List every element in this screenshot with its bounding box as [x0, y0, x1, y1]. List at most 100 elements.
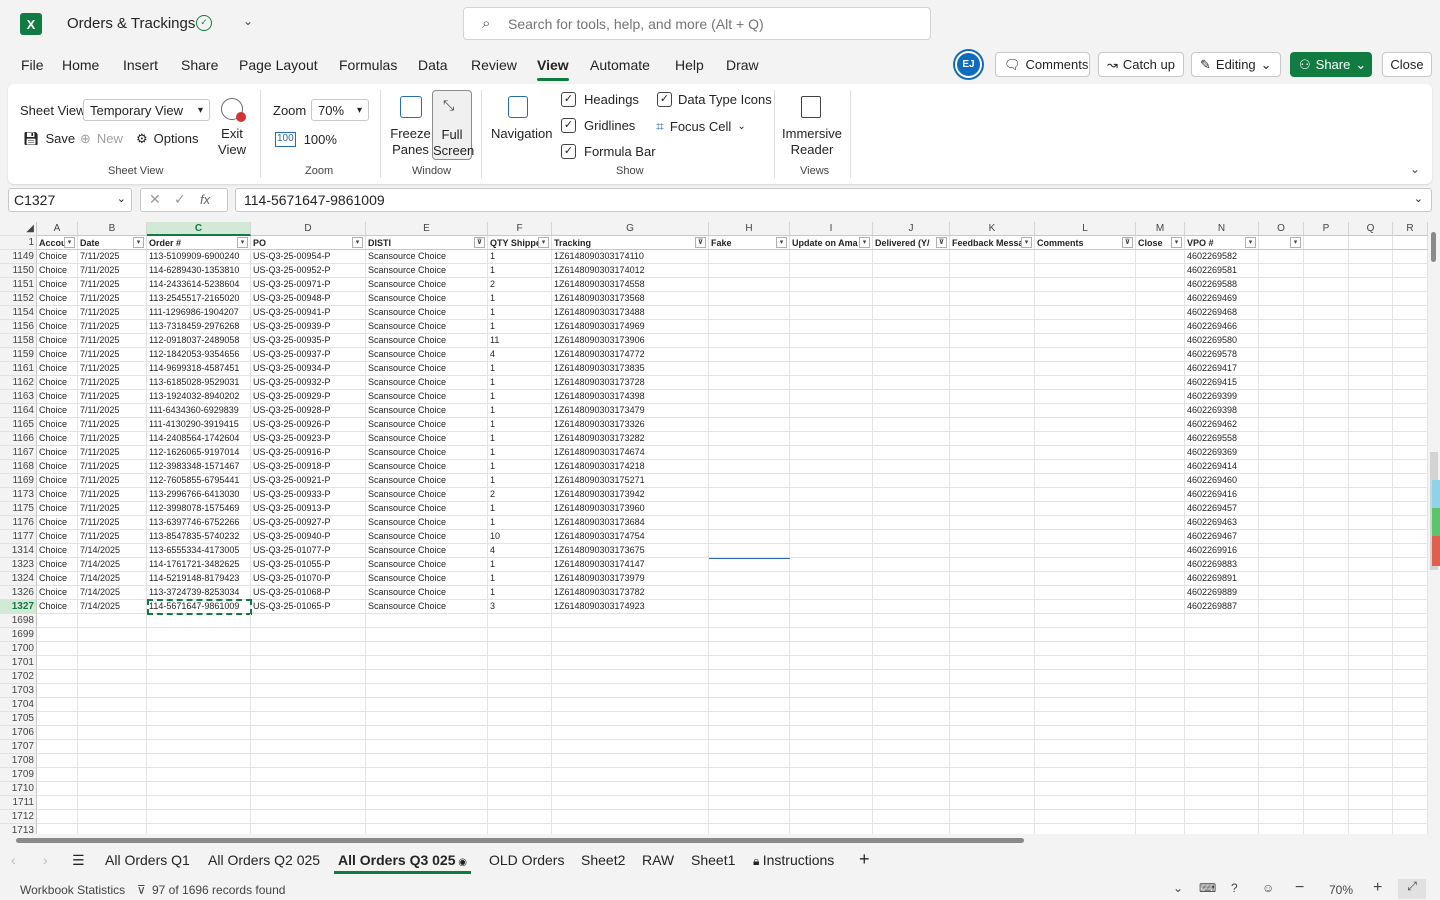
cell[interactable] — [790, 502, 873, 516]
cell[interactable]: 1Z6148090303174969 — [552, 320, 709, 334]
cell[interactable]: Choice — [37, 600, 78, 614]
cell[interactable] — [1259, 530, 1304, 544]
immersive-reader-button[interactable]: Immersive Reader — [781, 126, 843, 158]
cell[interactable] — [790, 614, 873, 628]
cell[interactable]: 3 — [488, 600, 552, 614]
horizontal-scroll-thumb[interactable] — [16, 838, 1024, 843]
cell[interactable] — [1136, 544, 1185, 558]
cell[interactable] — [873, 670, 950, 684]
cell[interactable] — [1259, 474, 1304, 488]
column-header-o[interactable]: O — [1259, 222, 1304, 236]
cell[interactable]: 113-1924032-8940202 — [147, 390, 251, 404]
search-input[interactable] — [508, 14, 908, 34]
cell[interactable]: 7/14/2025 — [78, 572, 147, 586]
cell[interactable] — [873, 292, 950, 306]
cell[interactable] — [873, 516, 950, 530]
cell[interactable] — [709, 670, 790, 684]
cell[interactable] — [709, 768, 790, 782]
menu-draw[interactable]: Draw — [726, 55, 759, 75]
cell[interactable]: 112-3983348-1571467 — [147, 460, 251, 474]
cell[interactable] — [1185, 810, 1259, 824]
cell[interactable] — [1349, 460, 1393, 474]
cell[interactable] — [1259, 278, 1304, 292]
cell[interactable] — [873, 334, 950, 348]
cell[interactable] — [1136, 754, 1185, 768]
menu-formulas[interactable]: Formulas — [339, 55, 397, 75]
cell[interactable] — [1349, 712, 1393, 726]
cell[interactable] — [1349, 292, 1393, 306]
row-header[interactable]: 1158 — [0, 334, 37, 348]
cell[interactable]: Choice — [37, 558, 78, 572]
cell[interactable] — [1393, 278, 1428, 292]
row-header[interactable]: 1702 — [0, 670, 37, 684]
cell[interactable] — [1136, 558, 1185, 572]
row-header[interactable]: 1700 — [0, 642, 37, 656]
cell[interactable]: 1 — [488, 390, 552, 404]
cell[interactable]: Scansource Choice — [366, 586, 488, 600]
cell[interactable]: 114-5671647-9861009 — [147, 600, 251, 614]
row-header[interactable]: 1152 — [0, 292, 37, 306]
cell[interactable] — [790, 362, 873, 376]
cell[interactable] — [1136, 404, 1185, 418]
cell[interactable] — [1393, 502, 1428, 516]
cell[interactable]: US-Q3-25-01068-P — [251, 586, 366, 600]
cell[interactable]: US-Q3-25-00929-P — [251, 390, 366, 404]
cell[interactable] — [1349, 558, 1393, 572]
cell[interactable]: 4602269460 — [1185, 474, 1259, 488]
cell[interactable] — [1393, 740, 1428, 754]
cell[interactable] — [251, 614, 366, 628]
cell[interactable]: 4602269463 — [1185, 516, 1259, 530]
cell[interactable] — [1349, 684, 1393, 698]
cell[interactable] — [1136, 502, 1185, 516]
cell[interactable]: 7/14/2025 — [78, 558, 147, 572]
cell[interactable]: 4602269462 — [1185, 418, 1259, 432]
cell[interactable] — [1393, 558, 1428, 572]
cell[interactable] — [873, 824, 950, 834]
column-header-n[interactable]: N — [1185, 222, 1259, 236]
cell[interactable] — [1393, 460, 1428, 474]
cell[interactable] — [552, 712, 709, 726]
row-header[interactable]: 1709 — [0, 768, 37, 782]
cell[interactable] — [552, 824, 709, 834]
column-header-b[interactable]: B — [78, 222, 147, 236]
cell[interactable] — [1035, 740, 1136, 754]
cell[interactable]: 4602269416 — [1185, 488, 1259, 502]
cell[interactable] — [147, 684, 251, 698]
cell[interactable] — [1393, 320, 1428, 334]
cell[interactable] — [552, 670, 709, 684]
cell[interactable] — [873, 572, 950, 586]
cell[interactable] — [251, 824, 366, 834]
cell[interactable] — [1035, 768, 1136, 782]
table-header-cell[interactable]: QTY Shippe ▾ — [488, 236, 552, 250]
cell[interactable] — [1035, 292, 1136, 306]
cell[interactable] — [950, 824, 1035, 834]
cell[interactable] — [950, 698, 1035, 712]
cell[interactable] — [950, 404, 1035, 418]
cell[interactable] — [1349, 250, 1393, 264]
cell[interactable]: 1Z6148090303174772 — [552, 348, 709, 362]
cell[interactable] — [366, 712, 488, 726]
cell[interactable]: 1 — [488, 558, 552, 572]
cell[interactable] — [1136, 348, 1185, 362]
cell[interactable]: 1 — [488, 502, 552, 516]
row-header[interactable]: 1159 — [0, 348, 37, 362]
cell[interactable] — [1393, 796, 1428, 810]
cell[interactable] — [1349, 754, 1393, 768]
cell[interactable]: Choice — [37, 446, 78, 460]
row-header[interactable]: 1706 — [0, 726, 37, 740]
cell[interactable] — [1185, 642, 1259, 656]
cell[interactable]: 1Z6148090303174558 — [552, 278, 709, 292]
cell[interactable] — [251, 754, 366, 768]
cell[interactable]: 113-5109909-6900240 — [147, 250, 251, 264]
cell[interactable] — [790, 250, 873, 264]
cell[interactable] — [1304, 530, 1349, 544]
cell[interactable] — [1349, 418, 1393, 432]
cell[interactable] — [1393, 656, 1428, 670]
cell[interactable] — [950, 544, 1035, 558]
cell[interactable] — [78, 642, 147, 656]
cell[interactable] — [1393, 516, 1428, 530]
cell[interactable] — [37, 782, 78, 796]
cell[interactable] — [1304, 474, 1349, 488]
cell[interactable]: Choice — [37, 432, 78, 446]
cell[interactable] — [950, 796, 1035, 810]
